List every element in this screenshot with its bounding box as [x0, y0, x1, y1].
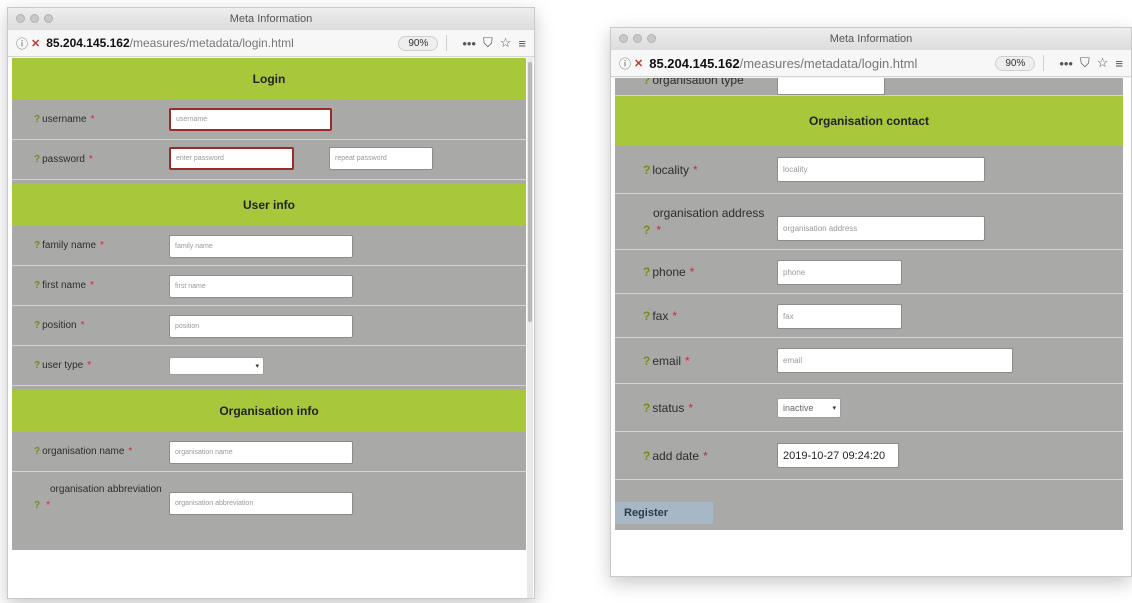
window-title: Meta Information: [229, 13, 313, 25]
close-button[interactable]: [16, 14, 25, 23]
row-email: ? email * email: [615, 338, 1123, 384]
email-input[interactable]: email: [777, 348, 1013, 373]
menu-icon[interactable]: ≡: [518, 36, 526, 51]
insecure-lock-icon: ✕: [634, 57, 644, 70]
url-bar[interactable]: ⓘ ✕ 85.204.145.162/measures/metadata/log…: [8, 30, 534, 57]
scrollbar[interactable]: [527, 58, 533, 598]
browser-window-right: Meta Information ⓘ ✕ 85.204.145.162/meas…: [610, 27, 1132, 577]
section-organisation-contact: Organisation contact: [615, 96, 1123, 146]
row-password: ? password * enter password repeat passwor…: [12, 140, 526, 180]
insecure-lock-icon: ✕: [31, 37, 41, 50]
username-input[interactable]: username: [169, 108, 332, 131]
zoom-indicator[interactable]: 90%: [398, 35, 439, 51]
password-input[interactable]: enter password: [169, 147, 294, 170]
organisation-address-input[interactable]: organisation address: [777, 216, 985, 241]
row-locality: ? locality * locality: [615, 146, 1123, 194]
register-button[interactable]: Register: [615, 502, 713, 524]
browser-window-left: Meta Information ⓘ ✕ 85.204.145.162/meas…: [7, 7, 535, 599]
titlebar: Meta Information: [611, 28, 1131, 50]
minimize-button[interactable]: [30, 14, 39, 23]
help-icon[interactable]: ?: [34, 446, 40, 457]
pocket-icon[interactable]: ⛉: [483, 35, 493, 51]
help-icon[interactable]: ?: [643, 309, 650, 323]
window-controls: [619, 34, 656, 43]
zoom-button[interactable]: [44, 14, 53, 23]
organisation-abbreviation-input[interactable]: organisation abbreviation: [169, 492, 353, 515]
help-icon[interactable]: ?: [34, 320, 40, 331]
bookmark-star-icon[interactable]: ☆: [500, 35, 512, 51]
first-name-input[interactable]: first name: [169, 275, 353, 298]
help-icon[interactable]: ?: [643, 223, 650, 237]
help-icon[interactable]: ?: [643, 78, 650, 87]
url-text[interactable]: 85.204.145.162/measures/metadata/login.h…: [46, 36, 294, 50]
row-user-type: ? user type * ▾: [12, 346, 526, 386]
position-input[interactable]: position: [169, 315, 353, 338]
scrollbar-thumb[interactable]: [528, 62, 532, 322]
row-fax: ? fax * fax: [615, 294, 1123, 338]
row-status: ? status * inactive ▾: [615, 384, 1123, 432]
row-organisation-type-partial: ? organisation type: [615, 78, 1123, 96]
row-family-name: ? family name * family name: [12, 226, 526, 266]
row-organisation-abbreviation: organisation abbreviation ? * organisatio…: [12, 472, 526, 524]
url-text[interactable]: 85.204.145.162/measures/metadata/login.h…: [649, 56, 917, 71]
row-position: ? position * position: [12, 306, 526, 346]
page-content: Login ? username * username ? password * ent…: [8, 58, 534, 598]
zoom-button[interactable]: [647, 34, 656, 43]
chevron-down-icon: ▾: [255, 363, 259, 370]
help-icon[interactable]: ?: [643, 265, 650, 279]
menu-icon[interactable]: ≡: [1115, 56, 1123, 71]
more-icon[interactable]: •••: [1059, 56, 1073, 71]
page-content: ? organisation type Organisation contact …: [611, 78, 1131, 576]
help-icon[interactable]: ?: [34, 360, 40, 371]
row-first-name: ? first name * first name: [12, 266, 526, 306]
minimize-button[interactable]: [633, 34, 642, 43]
help-icon[interactable]: ?: [643, 354, 650, 368]
user-type-select[interactable]: ▾: [169, 357, 264, 375]
window-controls: [16, 14, 53, 23]
organisation-name-input[interactable]: organisation name: [169, 441, 353, 464]
locality-input[interactable]: locality: [777, 157, 985, 182]
bookmark-star-icon[interactable]: ☆: [1097, 55, 1109, 71]
row-username: ? username * username: [12, 100, 526, 140]
help-icon[interactable]: ?: [34, 280, 40, 291]
phone-input[interactable]: phone: [777, 260, 902, 285]
window-title: Meta Information: [829, 33, 913, 45]
help-icon[interactable]: ?: [34, 240, 40, 251]
row-add-date: ? add date * 2019-10-27 09:24:20: [615, 432, 1123, 480]
row-organisation-name: ? organisation name * organisation name: [12, 432, 526, 472]
info-icon[interactable]: ⓘ: [619, 55, 631, 72]
row-phone: ? phone * phone: [615, 250, 1123, 294]
row-organisation-address: organisation address ? * organisation add…: [615, 194, 1123, 250]
section-user-info: User info: [12, 184, 526, 226]
more-icon[interactable]: •••: [462, 36, 476, 51]
registration-form: Login ? username * username ? password * ent…: [12, 58, 526, 550]
fax-input[interactable]: fax: [777, 304, 902, 329]
chevron-down-icon: ▾: [832, 405, 836, 412]
help-icon[interactable]: ?: [34, 154, 40, 165]
url-bar[interactable]: ⓘ ✕ 85.204.145.162/measures/metadata/log…: [611, 50, 1131, 77]
add-date-input[interactable]: 2019-10-27 09:24:20: [777, 443, 899, 468]
help-icon[interactable]: ?: [34, 500, 40, 511]
titlebar: Meta Information: [8, 8, 534, 30]
help-icon[interactable]: ?: [34, 114, 40, 125]
section-login: Login: [12, 58, 526, 100]
close-button[interactable]: [619, 34, 628, 43]
pocket-icon[interactable]: ⛉: [1080, 55, 1090, 71]
help-icon[interactable]: ?: [643, 449, 650, 463]
registration-form: ? organisation type Organisation contact …: [615, 78, 1123, 530]
zoom-indicator[interactable]: 90%: [995, 55, 1036, 71]
status-select[interactable]: inactive ▾: [777, 398, 841, 418]
family-name-input[interactable]: family name: [169, 235, 353, 258]
info-icon[interactable]: ⓘ: [16, 35, 28, 52]
help-icon[interactable]: ?: [643, 163, 650, 177]
help-icon[interactable]: ?: [643, 401, 650, 415]
repeat-password-input[interactable]: repeat password: [329, 147, 433, 170]
section-organisation-info: Organisation info: [12, 390, 526, 432]
organisation-type-select[interactable]: [777, 78, 885, 95]
